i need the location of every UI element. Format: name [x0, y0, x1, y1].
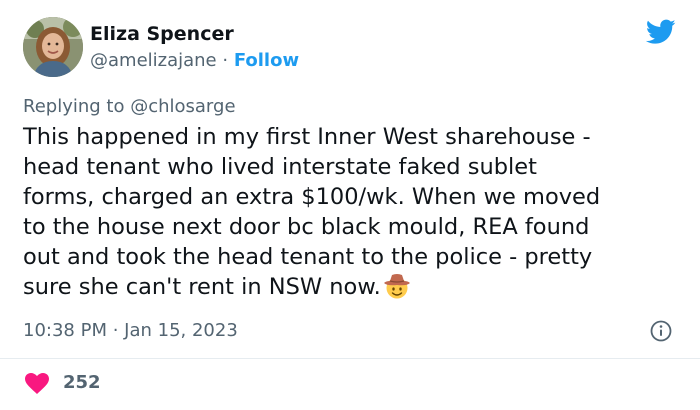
like-count: 252 [63, 372, 101, 393]
replying-to: Replying to @chlosarge [23, 96, 236, 117]
tweet-timestamp[interactable]: 10:38 PM · Jan 15, 2023 [23, 320, 238, 341]
tweet-time: 10:38 PM [23, 320, 107, 341]
avatar-photo [23, 17, 83, 77]
meta-separator: · [106, 320, 125, 341]
tweet-text: This happened in my first Inner West sha… [23, 124, 601, 300]
reply-mention[interactable]: @chlosarge [130, 96, 235, 117]
tweet-card: Eliza Spencer @amelizajane · Follow Repl… [0, 0, 700, 410]
author-handle[interactable]: @amelizajane [90, 50, 217, 71]
twitter-bird-icon[interactable] [646, 19, 676, 45]
tweet-text-block: This happened in my first Inner West sha… [23, 122, 683, 302]
avatar[interactable] [23, 17, 83, 77]
heart-icon[interactable] [25, 373, 49, 394]
tweet-date: Jan 15, 2023 [124, 320, 238, 341]
cowboy-face-icon [383, 274, 410, 299]
handle-separator: · [216, 50, 234, 71]
author-name[interactable]: Eliza Spencer [90, 23, 234, 45]
info-icon[interactable] [650, 320, 672, 342]
divider [0, 358, 700, 359]
author-handle-row: @amelizajane · Follow [90, 50, 299, 71]
follow-button[interactable]: Follow [234, 50, 299, 71]
replying-prefix: Replying to [23, 96, 131, 117]
